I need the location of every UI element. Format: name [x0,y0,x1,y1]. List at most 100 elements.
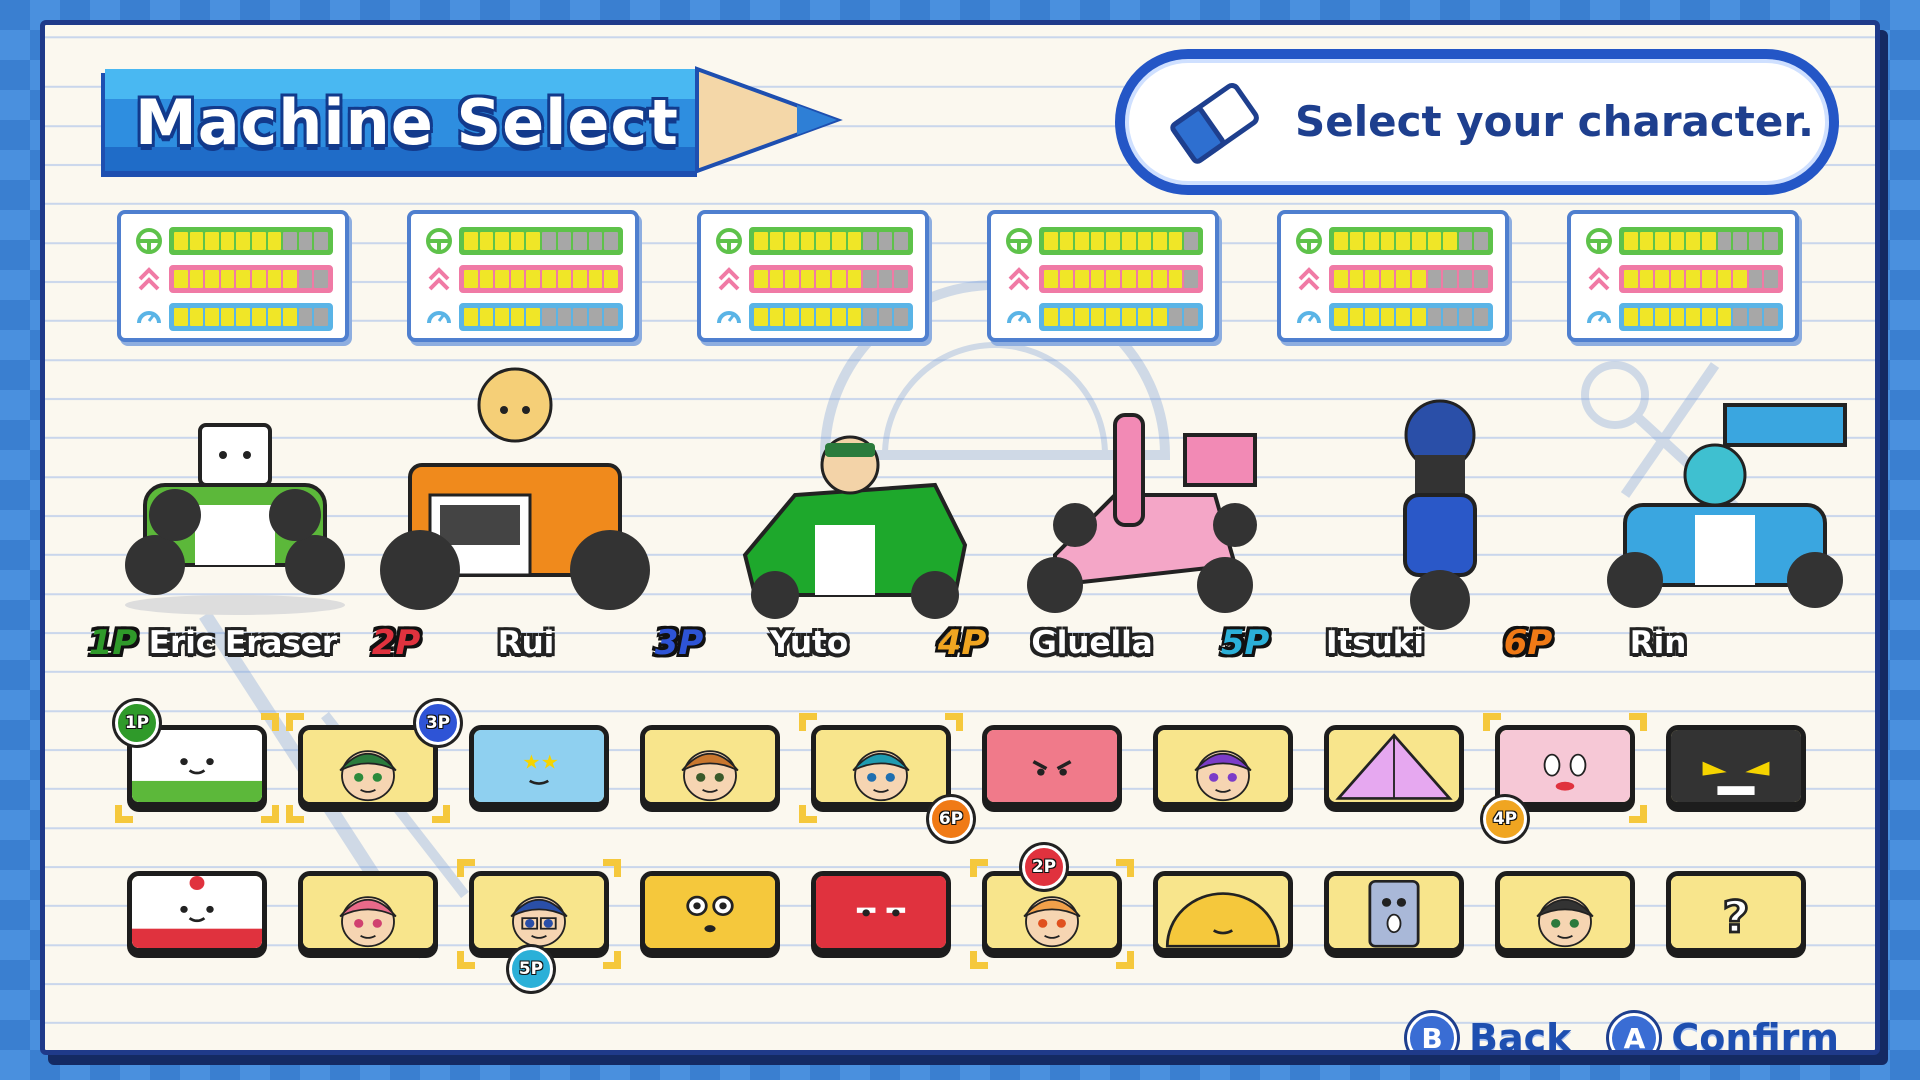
machine-stat-card [1277,210,1509,342]
instruction-text: Select your character. [1295,97,1815,146]
stat-bar-segment [863,270,877,288]
brown-hair-boy-face-icon [645,730,775,802]
stat-bar-segment [267,232,282,250]
machine-stats-row [117,210,1817,342]
stat-bar-segment [1121,308,1136,326]
character-slot-pink-hair-girl-face[interactable] [298,871,438,953]
player-slot: 1P Eric Eraser [83,615,343,671]
stat-bar-segment [1349,232,1364,250]
character-slot-protractor-face[interactable] [1153,871,1293,953]
stat-bar-segment [1396,232,1410,250]
stat-bar-segment [1624,308,1638,326]
stat-bar-segment [1044,270,1058,288]
itsuki-motorbike-kart[interactable] [1355,395,1525,635]
character-slot-stapler-face[interactable] [1666,725,1806,807]
rui-jeep-kart[interactable] [370,355,660,635]
acceleration-chevron-icon [1008,267,1030,291]
stat-bar-segment [236,232,250,250]
player-character-name: Eric Eraser [148,625,338,661]
speedometer-icon [717,311,741,324]
character-slot-yellow-pencil-case-face[interactable] [640,871,780,953]
stat-line [715,302,919,332]
stat-bar-segment [878,308,893,326]
stat-bar-segment [1733,270,1747,288]
stat-bar-segment [769,270,784,288]
stat-bar-segment [220,232,235,250]
stat-bar [1619,227,1783,255]
stat-line [1295,302,1499,332]
acceleration-chevron-icon [1588,267,1610,291]
character-slot-glue-stick-face[interactable] [1495,725,1635,807]
stat-bar-segment [816,232,830,250]
character-slot-glasses-headphones-boy-face[interactable] [469,871,609,953]
rin-buggy-kart[interactable] [1595,395,1855,625]
player-character-name: Rui [497,625,555,661]
machine-stat-card [987,210,1219,342]
player-slot: 5P Itsuki [1215,615,1475,671]
stat-bar-segment [1411,308,1426,326]
acceleration-chevron-icon [718,267,740,291]
stat-bar [749,227,913,255]
stat-bar-segment [251,308,266,326]
machine-stat-card [1567,210,1799,342]
character-grid: 1P 3P ★★ 6P 4P 5P 2P? [115,701,1847,991]
stat-bar-segment [1670,308,1685,326]
stat-bar-segment [526,232,540,250]
character-slot-teal-hair-girl-face[interactable] [811,725,951,807]
stat-bar-segment [1717,232,1732,250]
stat-bar-segment [495,270,509,288]
machine-stat-card [407,210,639,342]
gluella-formula-kart[interactable] [1015,405,1275,625]
red-box-face-icon [816,876,946,948]
stat-bar-segment [1474,232,1488,250]
confirm-label: Confirm [1671,1016,1839,1055]
confirm-button[interactable]: A Confirm [1609,1013,1839,1055]
stat-line [1585,302,1789,332]
stat-bar-segment [236,270,250,288]
stat-bar-segment [251,270,266,288]
character-slot-random-question-mark[interactable]: ? [1666,871,1806,953]
stat-bar-segment [1655,270,1669,288]
stat-bar-segment [1334,308,1348,326]
stat-bar-segment [1670,232,1685,250]
stat-bar-segment [1701,308,1716,326]
back-button[interactable]: B Back [1407,1013,1571,1050]
stat-bar-segment [604,270,618,288]
stat-bar-segment [1184,232,1198,250]
character-slot-brown-hair-boy-face[interactable] [640,725,780,807]
stat-bar-segment [1748,308,1763,326]
character-slot-red-box-face[interactable] [811,871,951,953]
stat-bar-segment [1121,232,1136,250]
stat-bar-segment [267,308,282,326]
stat-bar-segment [464,308,478,326]
stat-bar-segment [1639,270,1654,288]
stat-bar-segment [1090,308,1105,326]
stat-bar-segment [573,308,587,326]
stat-bar-segment [1059,232,1074,250]
character-slot-cake-eraser-face[interactable] [127,871,267,953]
stat-bar-segment [495,308,509,326]
character-slot-purple-cap-girl-face[interactable] [1153,725,1293,807]
goggles-boy-face-icon [303,730,433,802]
character-slot-spiky-hair-boy-face[interactable] [1495,871,1635,953]
stat-bar-segment [604,308,618,326]
stat-bar-segment [1075,232,1089,250]
character-slot-scissors-face[interactable] [982,725,1122,807]
character-slot-triangle-ruler-face[interactable] [1324,725,1464,807]
player-name-row: 1P Eric Eraser 2P Rui 3P Yuto 4P Gluella 5P Itsuk… [83,615,1843,675]
stat-bar-segment [1427,308,1442,326]
yuto-sports-car-kart[interactable] [735,425,975,625]
stat-line [1005,226,1209,256]
stat-bar-segment [1764,308,1778,326]
ruler-face-icon: ★★ [474,730,604,802]
stat-bar-segment [1168,308,1183,326]
stat-bar-segment [174,270,188,288]
character-slot-ruler-face[interactable]: ★★ [469,725,609,807]
stat-bar-segment [314,270,328,288]
character-slot-sharpener-face[interactable] [1324,871,1464,953]
eric-eraser-buggy-kart[interactable] [105,365,365,625]
stat-bar-segment [1090,232,1105,250]
character-slot-goggles-boy-face[interactable] [298,725,438,807]
stat-bar-segment [754,270,768,288]
stat-bar-segment [526,270,540,288]
